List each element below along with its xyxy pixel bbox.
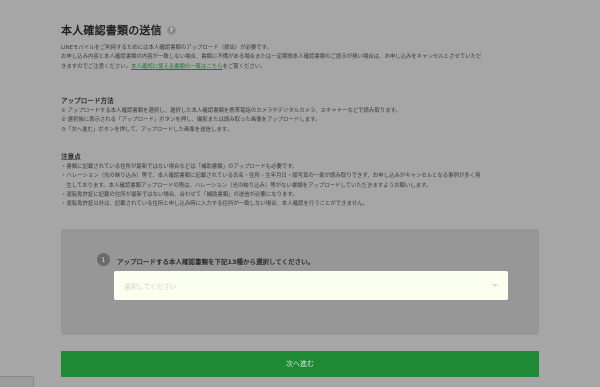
notes-heading: 注意点 (61, 153, 81, 161)
note-item: ・運転免許証以外は、記載されている住所と申し込み時に入力する住所が一致しない場合… (61, 201, 368, 208)
upload-step: ② 選択後に表示される「アップロード」ボタンを押し、撮影または読み取った画像をア… (61, 117, 321, 124)
upload-step: ① アップロードする本人確認書類を選択し、選択した本人確認書類を携帯電話のカメラ… (61, 108, 401, 114)
upload-steps-list: ① アップロードする本人確認書類を選択し、選択した本人確認書類を携帯電話のカメラ… (61, 107, 401, 135)
select-placeholder: 選択してください (124, 282, 177, 291)
intro-line: きますのでご注意ください。本人確認に使える書類の一覧はこちらをご覧ください。 (61, 63, 481, 72)
title-row: 本人確認書類の送信 ? (61, 22, 176, 38)
document-type-select[interactable]: 選択してください (114, 271, 508, 300)
next-button[interactable]: 次へ進む (61, 351, 539, 377)
document-select-label: アップロードする本人確認書類を下記13種から選択してください。 (117, 258, 315, 266)
note-item: ・書類に記載されている住所が最新ではない場合などは「補助書類」のアップロードも必… (61, 164, 298, 170)
help-icon[interactable]: ? (166, 25, 176, 35)
corner-tab[interactable] (0, 376, 34, 387)
intro-line: LINEモバイルをご利用するためには本人確認書類のアップロード（提出）が必要です… (61, 45, 272, 51)
page-title: 本人確認書類の送信 (61, 24, 162, 37)
upload-method-heading: アップロード方法 (61, 97, 114, 105)
notes-list: ・書類に記載されている住所が最新ではない場合などは「補助書類」のアップロードも必… (61, 163, 480, 209)
document-list-link[interactable]: 本人確認に使える書類の一覧はこちら (131, 64, 222, 70)
intro-text-after-link: をご覧ください。 (222, 63, 266, 70)
upload-step: ③「次へ進む」ボタンを押して、アップロードした画像を送信します。 (61, 126, 232, 133)
note-item: 生しております。本人確認書類アップロードの際は、ハレーション（光の映り込み）等が… (61, 182, 432, 189)
intro-text: LINEモバイルをご利用するためには本人確認書類のアップロード（提出）が必要です… (61, 44, 481, 72)
intro-text-before-link: きますのでご注意ください。 (61, 63, 132, 70)
note-item: ・ハレーション（光の映り込み）等で、本人確認書類に記載されている氏名・住所・生年… (61, 173, 481, 180)
chevron-down-icon (492, 284, 498, 287)
note-item: ・運転免許証に記載の住所が最新ではない場合、合わせて「補助書類」の送信が必要にな… (61, 191, 298, 198)
step-number-badge: 1 (97, 253, 110, 266)
intro-line: お申し込み内容と本人確認書類の内容が一致しない場合、書類に不備がある場合または一… (61, 54, 482, 61)
document-select-panel: 1 アップロードする本人確認書類を下記13種から選択してください。 選択してくだ… (61, 229, 539, 335)
